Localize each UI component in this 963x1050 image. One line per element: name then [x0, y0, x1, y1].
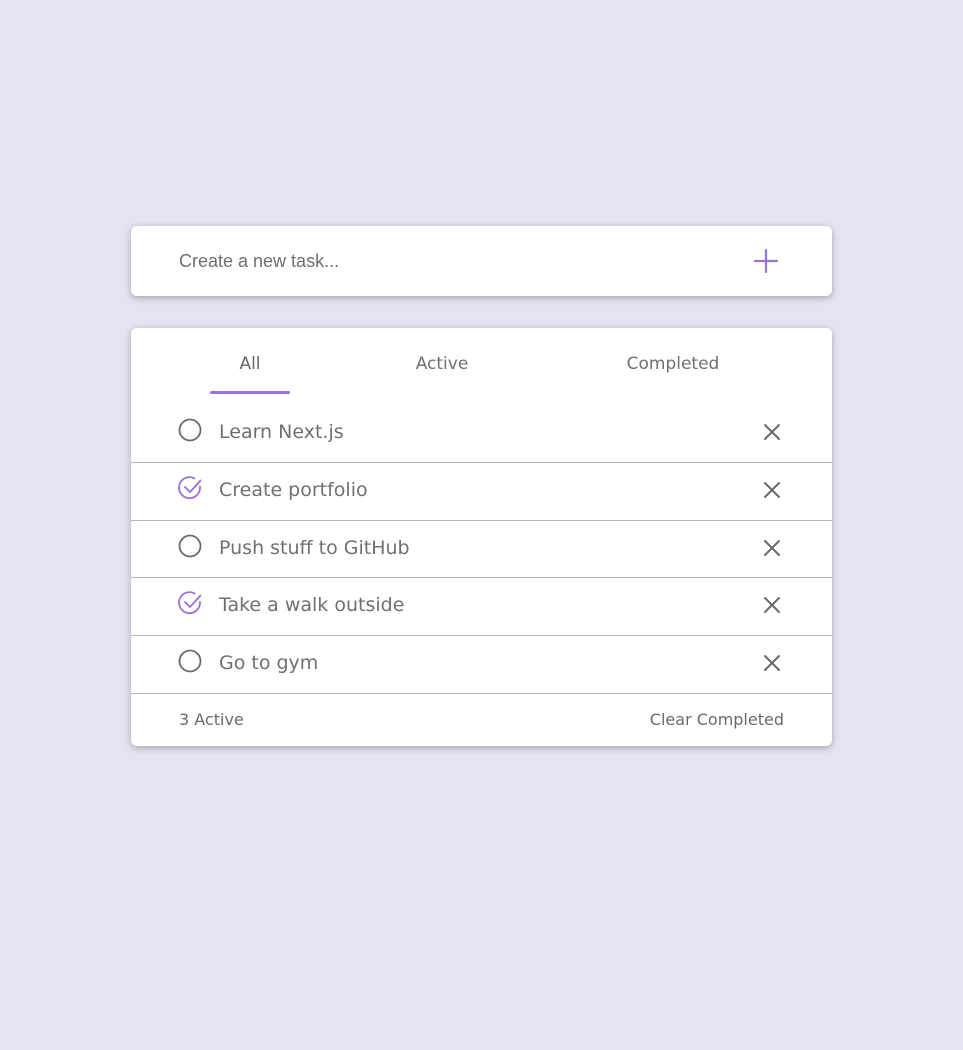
new-task-input[interactable] [179, 246, 699, 276]
tab-completed-label: Completed [626, 354, 720, 374]
filter-tabs: All Active Completed [131, 328, 832, 394]
task-row: Take a walk outside [131, 578, 832, 636]
tab-all-label: All [239, 354, 261, 374]
task-list-card: All Active Completed Learn Next.js Creat… [131, 328, 832, 746]
check-circle-icon[interactable] [178, 476, 204, 502]
tab-active-indicator [210, 391, 290, 394]
close-icon[interactable] [762, 653, 782, 673]
circle-icon[interactable] [178, 534, 204, 560]
task-row: Create portfolio [131, 463, 832, 521]
active-count: 3 Active [179, 710, 244, 729]
task-title: Go to gym [219, 652, 319, 674]
tab-active-label: Active [415, 354, 469, 374]
tab-active[interactable]: Active [402, 354, 482, 394]
task-title: Learn Next.js [219, 421, 344, 443]
check-circle-icon[interactable] [178, 591, 204, 617]
circle-icon[interactable] [178, 418, 204, 444]
tab-all[interactable]: All [210, 354, 290, 394]
close-icon[interactable] [762, 538, 782, 558]
circle-icon[interactable] [178, 649, 204, 675]
task-title: Push stuff to GitHub [219, 536, 410, 559]
task-list: Learn Next.js Create portfolio Push stuf… [131, 405, 832, 694]
task-title: Create portfolio [219, 478, 368, 501]
clear-completed-button[interactable]: Clear Completed [650, 710, 784, 729]
plus-icon[interactable] [753, 248, 779, 274]
task-title: Take a walk outside [219, 594, 405, 617]
task-row: Learn Next.js [131, 405, 832, 463]
task-row: Push stuff to GitHub [131, 521, 832, 579]
close-icon[interactable] [762, 422, 782, 442]
task-row: Go to gym [131, 636, 832, 694]
new-task-card [131, 226, 832, 296]
close-icon[interactable] [762, 595, 782, 615]
close-icon[interactable] [762, 480, 782, 500]
tab-completed[interactable]: Completed [613, 354, 733, 394]
